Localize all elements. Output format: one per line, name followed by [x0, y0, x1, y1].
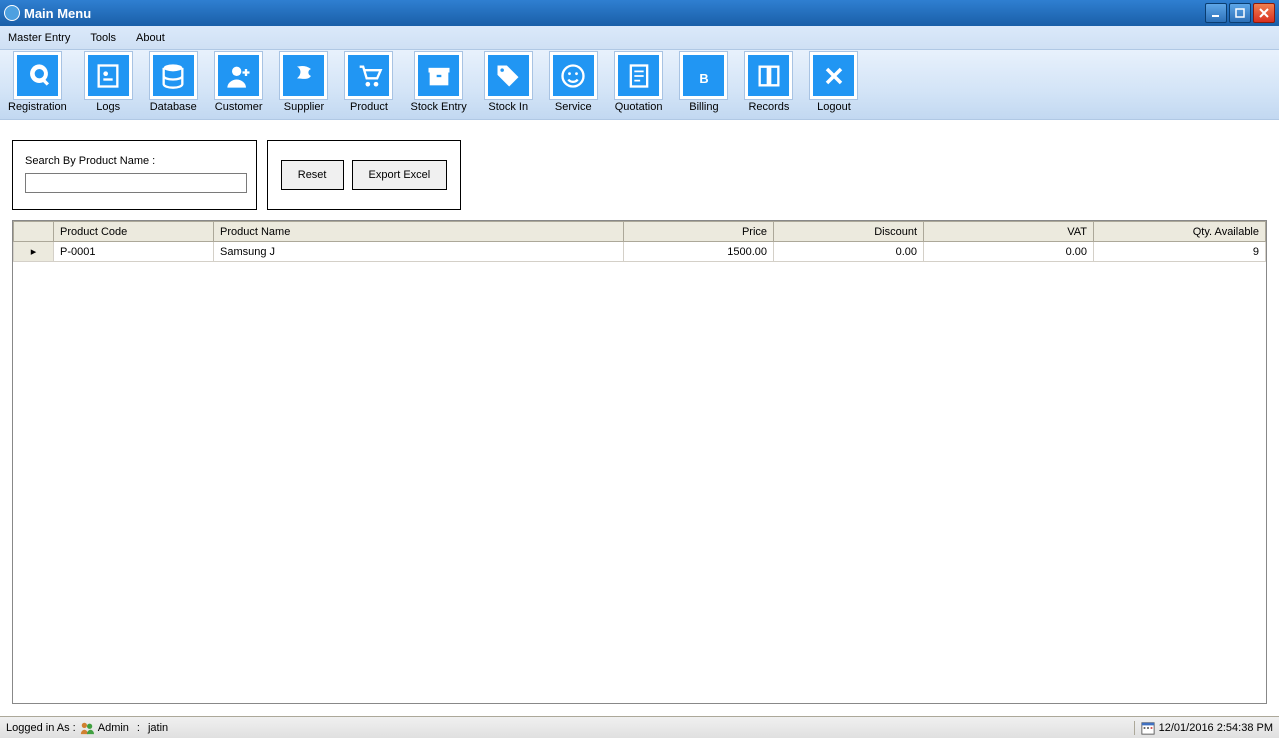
- action-group: Reset Export Excel: [267, 140, 461, 210]
- toolbar-label: Stock In: [488, 101, 528, 113]
- export-excel-button[interactable]: Export Excel: [352, 160, 448, 190]
- billing-icon: B: [680, 52, 727, 99]
- cell-product-name[interactable]: Samsung J: [214, 242, 624, 262]
- menu-master-entry[interactable]: Master Entry: [8, 32, 70, 44]
- col-price[interactable]: Price: [624, 222, 774, 242]
- toolbar-label: Logs: [96, 101, 120, 113]
- toolbar-logs[interactable]: Logs: [85, 52, 132, 113]
- toolbar-logout[interactable]: Logout: [810, 52, 857, 113]
- filter-panel: Search By Product Name : Reset Export Ex…: [0, 120, 1279, 220]
- cart-icon: [345, 52, 392, 99]
- cell-vat[interactable]: 0.00: [924, 242, 1094, 262]
- cell-qty[interactable]: 9: [1094, 242, 1266, 262]
- toolbar-customer[interactable]: Customer: [215, 52, 263, 113]
- table-row[interactable]: ▸ P-0001 Samsung J 1500.00 0.00 0.00 9: [14, 242, 1266, 262]
- calendar-icon: [1141, 721, 1155, 735]
- toolbar-billing[interactable]: B Billing: [680, 52, 727, 113]
- database-icon: [150, 52, 197, 99]
- close-button[interactable]: [1253, 3, 1275, 23]
- toolbar-registration[interactable]: Registration: [8, 52, 67, 113]
- smile-icon: [550, 52, 597, 99]
- status-user: jatin: [148, 722, 168, 734]
- document-icon: [615, 52, 662, 99]
- toolbar-stock-in[interactable]: Stock In: [485, 52, 532, 113]
- col-vat[interactable]: VAT: [924, 222, 1094, 242]
- toolbar-supplier[interactable]: Supplier: [280, 52, 327, 113]
- window-title: Main Menu: [24, 6, 1203, 21]
- toolbar-service[interactable]: Service: [550, 52, 597, 113]
- toolbar-label: Service: [555, 101, 592, 113]
- supplier-icon: [280, 52, 327, 99]
- toolbar-label: Product: [350, 101, 388, 113]
- reset-button[interactable]: Reset: [281, 160, 344, 190]
- data-grid[interactable]: Product Code Product Name Price Discount…: [12, 220, 1267, 704]
- status-datetime: 12/01/2016 2:54:38 PM: [1159, 722, 1273, 734]
- user-plus-icon: [215, 52, 262, 99]
- row-selector-header: [14, 222, 54, 242]
- cell-price[interactable]: 1500.00: [624, 242, 774, 262]
- toolbar-stock-entry[interactable]: Stock Entry: [410, 52, 466, 113]
- menubar: Master Entry Tools About: [0, 26, 1279, 50]
- col-discount[interactable]: Discount: [774, 222, 924, 242]
- menu-tools[interactable]: Tools: [90, 32, 116, 44]
- key-icon: [14, 52, 61, 99]
- status-logged-prefix: Logged in As :: [6, 722, 76, 734]
- search-input[interactable]: [25, 173, 247, 193]
- box-icon: [415, 52, 462, 99]
- col-product-code[interactable]: Product Code: [54, 222, 214, 242]
- book-icon: [745, 52, 792, 99]
- logs-icon: [85, 52, 132, 99]
- statusbar: Logged in As : Admin : jatin 12/01/2016 …: [0, 716, 1279, 738]
- toolbar-label: Records: [748, 101, 789, 113]
- toolbar-label: Quotation: [615, 101, 663, 113]
- toolbar-label: Customer: [215, 101, 263, 113]
- toolbar-label: Database: [150, 101, 197, 113]
- toolbar-quotation[interactable]: Quotation: [615, 52, 663, 113]
- titlebar: Main Menu: [0, 0, 1279, 26]
- toolbar-label: Billing: [689, 101, 718, 113]
- svg-text:B: B: [699, 71, 708, 86]
- status-admin: Admin: [98, 722, 129, 734]
- toolbar-label: Registration: [8, 101, 67, 113]
- cell-product-code[interactable]: P-0001: [54, 242, 214, 262]
- toolbar-label: Logout: [817, 101, 851, 113]
- toolbar-database[interactable]: Database: [150, 52, 197, 113]
- search-group: Search By Product Name :: [12, 140, 257, 210]
- toolbar-label: Supplier: [284, 101, 324, 113]
- toolbar: Registration Logs Database Customer Supp…: [0, 50, 1279, 120]
- status-separator: :: [133, 722, 144, 734]
- minimize-button[interactable]: [1205, 3, 1227, 23]
- col-product-name[interactable]: Product Name: [214, 222, 624, 242]
- tag-icon: [485, 52, 532, 99]
- cell-discount[interactable]: 0.00: [774, 242, 924, 262]
- app-icon: [4, 5, 20, 21]
- menu-about[interactable]: About: [136, 32, 165, 44]
- close-icon: [810, 52, 857, 99]
- col-qty[interactable]: Qty. Available: [1094, 222, 1266, 242]
- search-label: Search By Product Name :: [25, 155, 244, 167]
- row-indicator-icon: ▸: [14, 242, 54, 262]
- toolbar-product[interactable]: Product: [345, 52, 392, 113]
- toolbar-label: Stock Entry: [410, 101, 466, 113]
- users-icon: [80, 721, 94, 735]
- toolbar-records[interactable]: Records: [745, 52, 792, 113]
- maximize-button[interactable]: [1229, 3, 1251, 23]
